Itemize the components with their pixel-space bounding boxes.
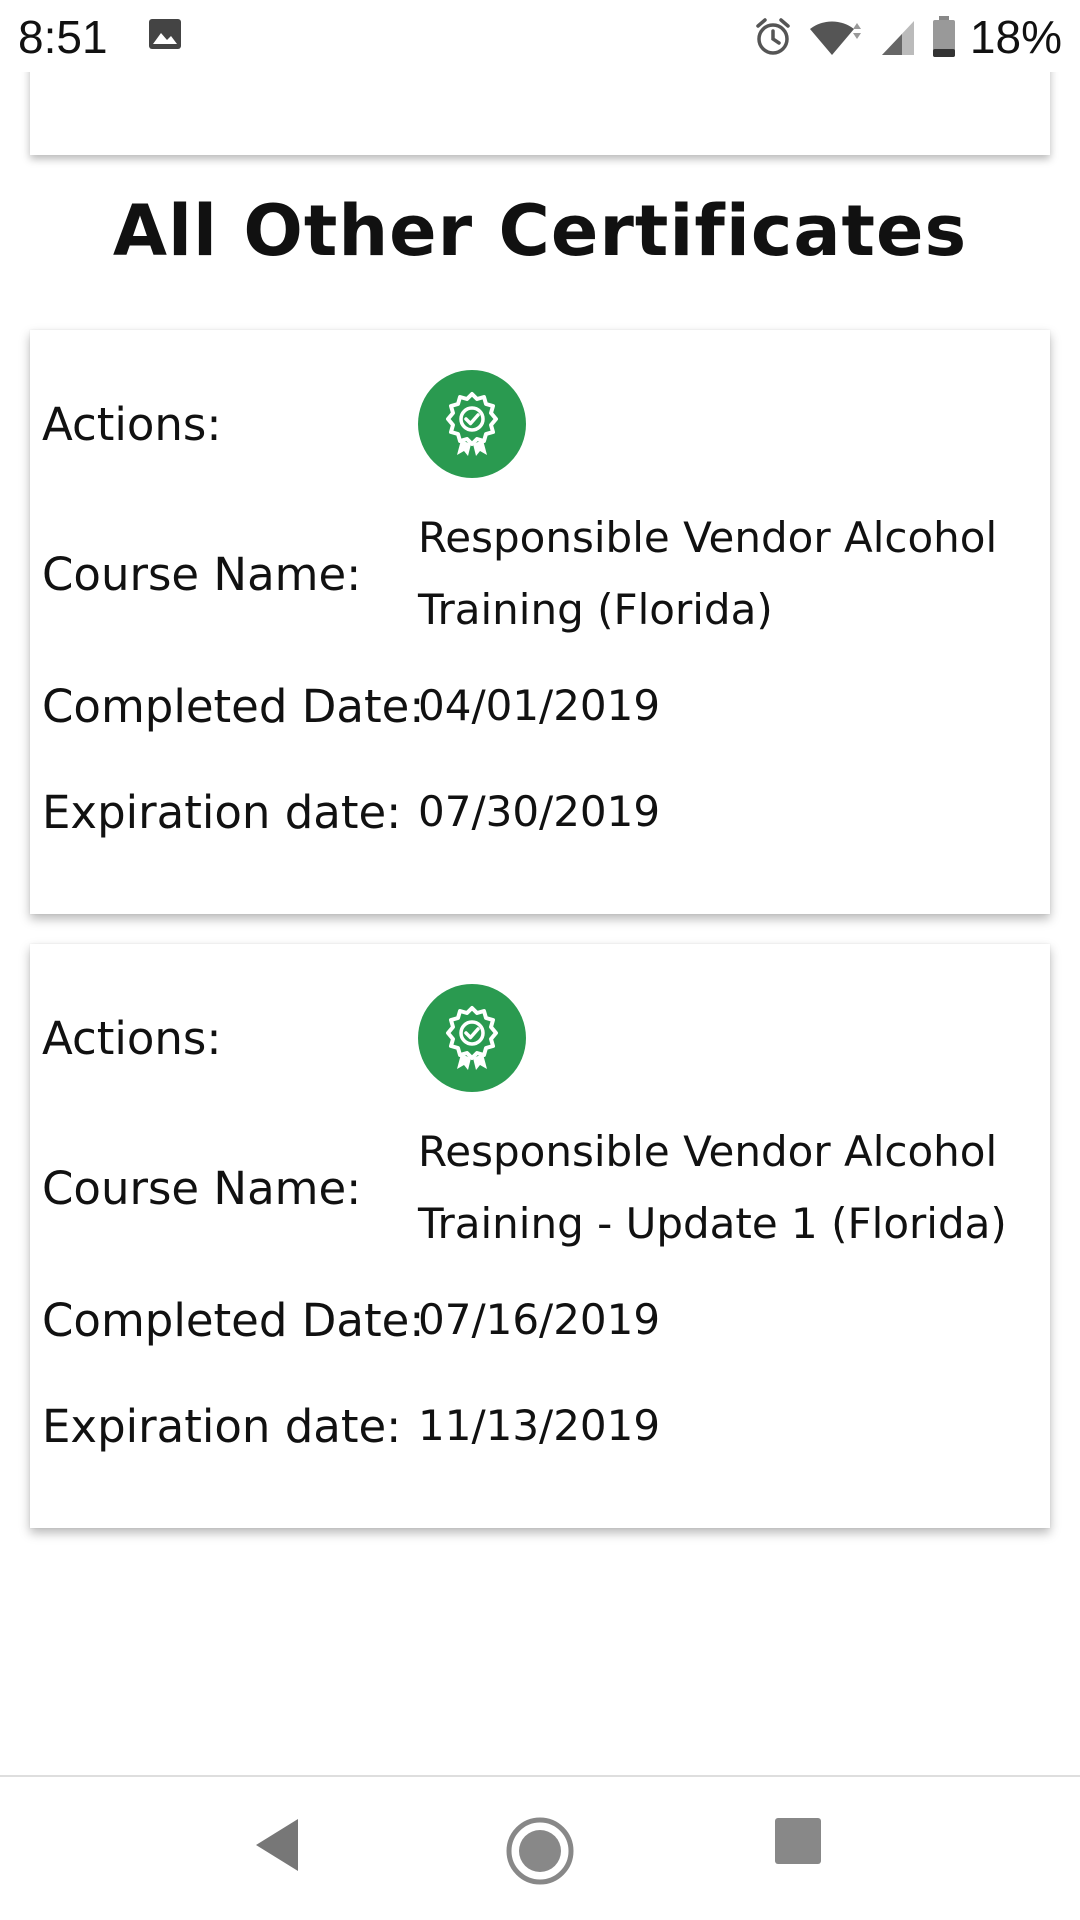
certificates-scroll-view[interactable]: ​ All Other Certificates Actions: Course… (0, 72, 1080, 1775)
course-name-value: Responsible Vendor Alcohol Training - Up… (418, 1116, 1028, 1260)
recents-button[interactable] (772, 1815, 824, 1871)
course-name-label: Course Name: (42, 1162, 362, 1215)
expiration-date-row: Expiration date: 11/13/2019 (30, 1390, 1050, 1462)
course-name-row: Course Name: Responsible Vendor Alcohol … (30, 502, 1050, 646)
recents-icon (775, 1818, 821, 1864)
view-certificate-button[interactable] (418, 984, 526, 1092)
status-bar: 8:51 18% (0, 0, 1080, 72)
expiration-date-row: Expiration date: 07/30/2019 (30, 776, 1050, 848)
certificate-card: Actions: Course Name: Responsible Vendor… (30, 944, 1050, 1528)
completed-date-value: 07/16/2019 (418, 1295, 661, 1344)
expiration-date-label: Expiration date: (42, 1400, 402, 1453)
completed-date-label: Completed Date: (42, 1294, 425, 1347)
expiration-date-value: 11/13/2019 (418, 1401, 661, 1450)
expiration-date-value: 07/30/2019 (418, 787, 661, 836)
status-time: 8:51 (18, 11, 108, 63)
course-name-label: Course Name: (42, 548, 362, 601)
status-icons: 18% (738, 11, 1062, 63)
certificate-badge-icon (446, 1006, 498, 1070)
wifi-icon (808, 17, 864, 57)
completed-date-label: Completed Date: (42, 680, 425, 733)
course-name-line2: Training (Florida) (418, 585, 773, 634)
certificate-badge-icon (446, 392, 498, 456)
back-button[interactable] (252, 1815, 302, 1879)
home-icon (506, 1817, 574, 1885)
view-certificate-button[interactable] (418, 370, 526, 478)
course-name-row: Course Name: Responsible Vendor Alcohol … (30, 1116, 1050, 1260)
course-name-line1: Responsible Vendor Alcohol (418, 513, 998, 562)
section-title: All Other Certificates (112, 190, 968, 272)
course-name-line2: Training - Update 1 (Florida) (418, 1199, 1007, 1248)
actions-row: Actions: (30, 370, 1050, 480)
previous-card-fragment: ​ (30, 72, 1050, 155)
actions-label: Actions: (42, 1012, 222, 1065)
alarm-icon (754, 17, 792, 57)
actions-row: Actions: (30, 984, 1050, 1094)
cellular-signal-icon (880, 17, 916, 57)
completed-date-row: Completed Date: 07/16/2019 (30, 1284, 1050, 1356)
course-name-line1: Responsible Vendor Alcohol (418, 1127, 998, 1176)
completed-date-row: Completed Date: 04/01/2019 (30, 670, 1050, 742)
actions-label: Actions: (42, 398, 222, 451)
course-name-value: Responsible Vendor Alcohol Training (Flo… (418, 502, 1028, 646)
navigation-bar (0, 1775, 1080, 1920)
home-button[interactable] (504, 1815, 576, 1891)
image-notification-icon (148, 18, 182, 54)
certificate-card: Actions: Course Name: Responsible Vendor… (30, 330, 1050, 914)
back-icon (256, 1819, 298, 1871)
battery-percent: 18% (969, 11, 1062, 63)
completed-date-value: 04/01/2019 (418, 681, 661, 730)
expiration-date-label: Expiration date: (42, 786, 402, 839)
battery-icon (932, 16, 956, 58)
